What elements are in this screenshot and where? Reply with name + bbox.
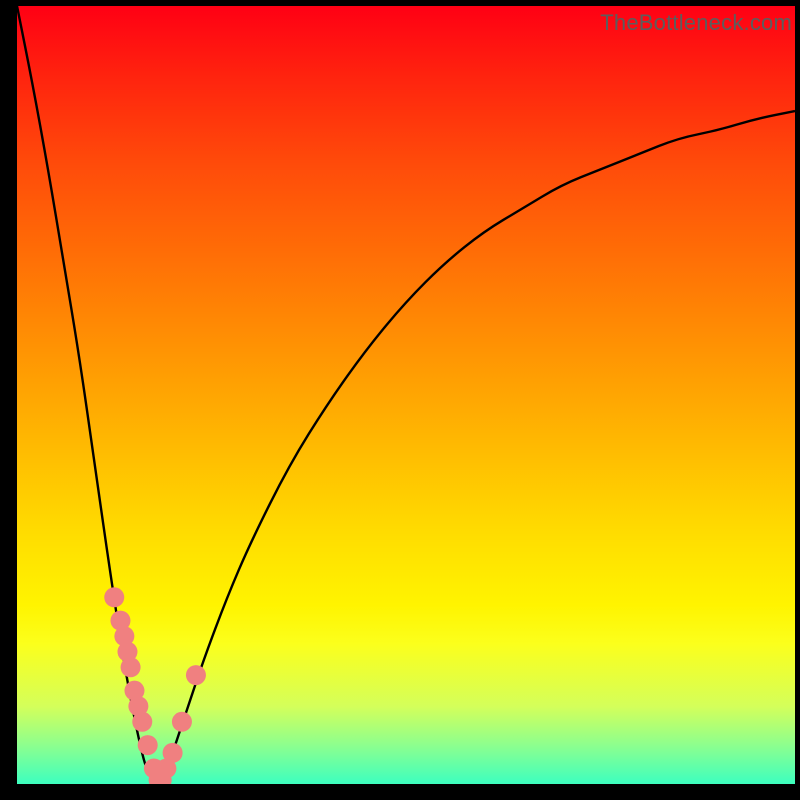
data-point bbox=[149, 770, 169, 784]
data-point bbox=[186, 665, 206, 685]
curve-overlay bbox=[17, 6, 795, 784]
data-point bbox=[144, 758, 164, 778]
data-point bbox=[163, 743, 183, 763]
data-point bbox=[117, 642, 137, 662]
data-point bbox=[121, 657, 141, 677]
gradient-plot-area bbox=[17, 6, 795, 784]
data-point bbox=[128, 696, 148, 716]
bottleneck-curve-right bbox=[157, 111, 795, 784]
data-point bbox=[172, 712, 192, 732]
chart-frame: TheBottleneck.com bbox=[0, 0, 800, 800]
data-point bbox=[104, 587, 124, 607]
data-point bbox=[110, 611, 130, 631]
data-point bbox=[124, 681, 144, 701]
bottleneck-curve-left bbox=[17, 6, 157, 784]
data-point bbox=[156, 758, 176, 778]
data-point bbox=[138, 735, 158, 755]
data-point bbox=[114, 626, 134, 646]
data-point bbox=[132, 712, 152, 732]
data-point bbox=[152, 770, 172, 784]
